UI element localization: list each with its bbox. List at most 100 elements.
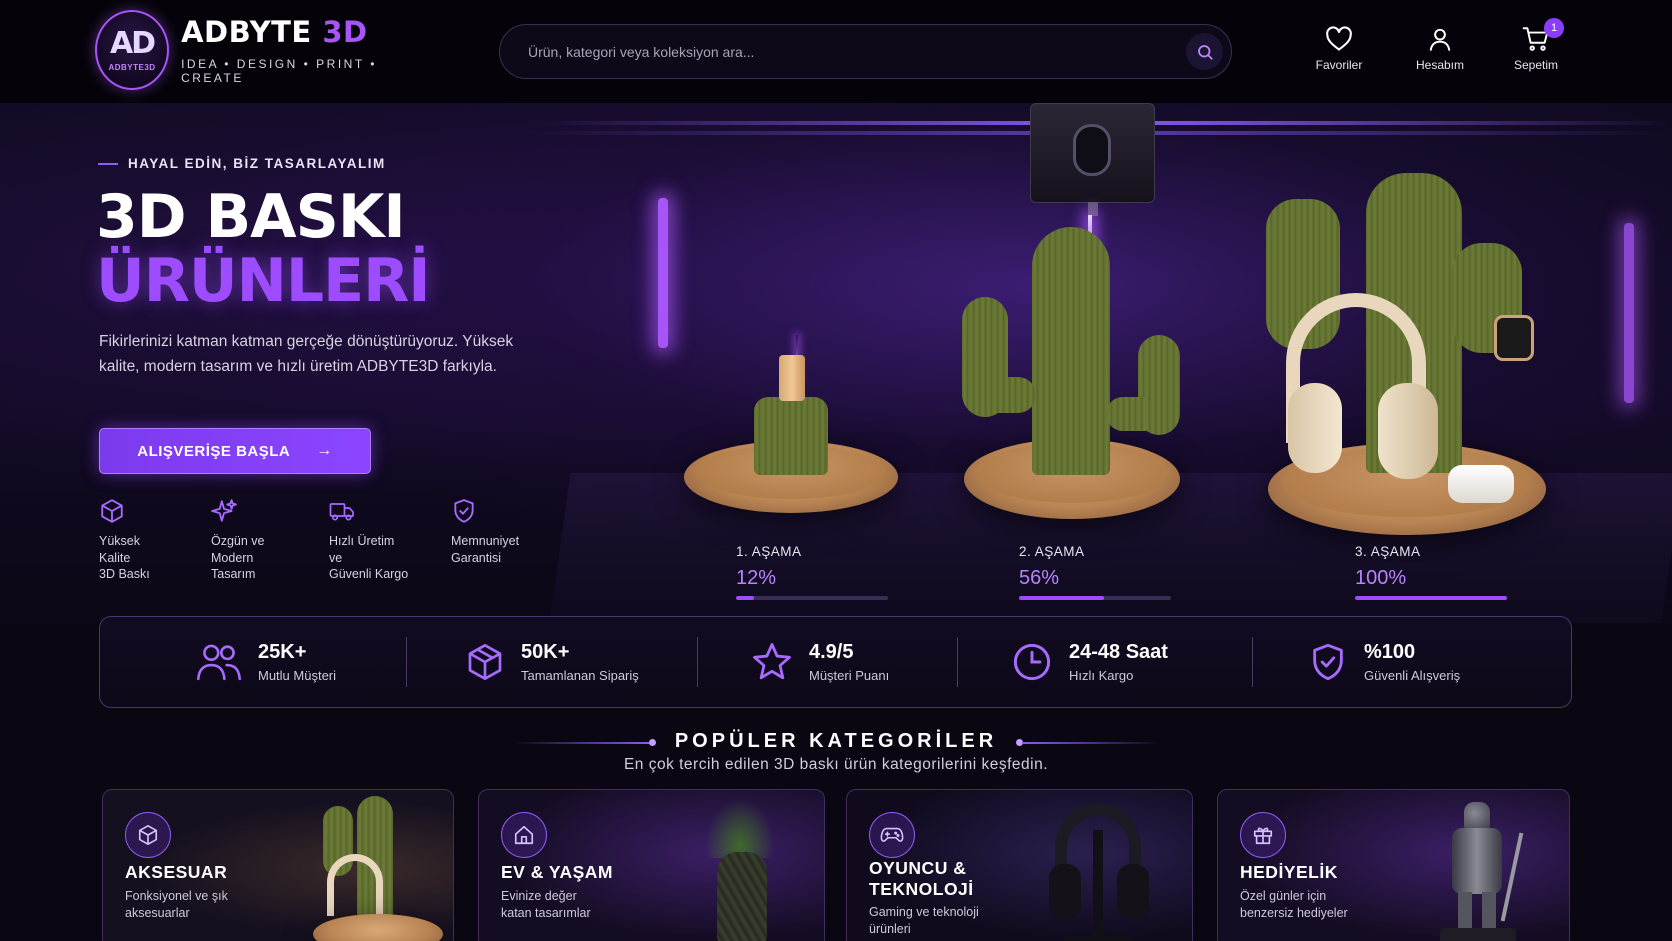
brand-name-main: ADBYTE	[181, 15, 312, 49]
feature-design: Özgün ve Modern Tasarım	[211, 498, 321, 583]
cart-label: Sepetim	[1513, 58, 1559, 72]
stats-divider	[697, 637, 698, 687]
stat-secure: %100 Güvenli Alışveriş	[1308, 617, 1460, 707]
logo-badge: AD ADBYTE3D	[95, 10, 170, 90]
stat-shipping-label: Hızlı Kargo	[1069, 668, 1134, 683]
category-gift-image	[1418, 802, 1538, 941]
stats-divider	[957, 637, 958, 687]
feature-guarantee: Memnuniyet Garantisi	[451, 498, 561, 566]
stat-customers-label: Mutlu Müşteri	[258, 668, 337, 683]
stat-orders-value: 50K+	[521, 641, 570, 663]
site-header: AD ADBYTE3D ADBYTE 3D IDEA • DESIGN • PR…	[0, 0, 1672, 103]
category-card-accessory[interactable]: AKSESUAR Fonksiyonel ve şık aksesuarlar	[102, 789, 454, 941]
category-accessory-title: AKSESUAR	[125, 862, 228, 882]
hero-title-line1: 3D BASKI	[96, 182, 406, 252]
category-home-icon-wrap	[501, 812, 547, 858]
stat-customers: 25K+ Mutlu Müşteri	[196, 617, 336, 707]
cube-icon	[138, 825, 158, 845]
account-link[interactable]: Hesabım	[1395, 26, 1485, 72]
hero-description: Fikirlerinizi katman katman gerçeğe dönü…	[99, 333, 514, 375]
stage-2-status: 2. AŞAMA 56%	[1019, 544, 1171, 600]
hero-eyebrow: HAYAL EDİN, BİZ TASARLAYALIM	[98, 156, 386, 171]
categories-subtitle: En çok tercih edilen 3D baskı ürün kateg…	[623, 756, 1049, 773]
brand-tagline: IDEA • DESIGN • PRINT • CREATE	[181, 57, 377, 85]
stat-customers-value: 25K+	[258, 641, 307, 663]
feature-shipping-text: Hızlı Üretim ve Güvenli Kargo	[329, 534, 409, 581]
stage-1-status: 1. AŞAMA 12%	[736, 544, 888, 600]
smartwatch	[1494, 315, 1534, 361]
category-accessory-desc: Fonksiyonel ve şık aksesuarlar	[125, 889, 228, 920]
home-icon	[514, 825, 534, 845]
stat-rating-value: 4.9/5	[809, 641, 854, 663]
print-stage-3-model	[1266, 173, 1546, 535]
search-button[interactable]	[1186, 33, 1223, 70]
section-line-right	[1022, 742, 1162, 744]
category-gaming-image	[1043, 800, 1163, 941]
stage-3-progress-bar	[1355, 596, 1507, 600]
stage-2-label: 2. AŞAMA	[1019, 544, 1085, 559]
print-stage-2-model	[962, 227, 1180, 519]
category-home-desc: Evinize değer katan tasarımlar	[501, 889, 591, 920]
logo-mini-text: ADBYTE3D	[108, 62, 156, 72]
stage-2-percent: 56%	[1019, 567, 1060, 589]
arrow-right-icon: →	[316, 442, 333, 459]
favorites-label: Favoriler	[1315, 58, 1363, 72]
category-card-home[interactable]: EV & YAŞAM Evinize değer katan tasarımla…	[478, 789, 825, 941]
printer-head	[1030, 103, 1155, 216]
neon-light-right	[1624, 223, 1634, 403]
category-gaming-desc: Gaming ve teknoloji ürünleri	[869, 905, 979, 936]
sparkle-icon	[211, 499, 237, 522]
stat-secure-value: %100	[1364, 641, 1416, 663]
stage-2-progress-bar	[1019, 596, 1171, 600]
feature-quality: Yüksek Kalite 3D Baskı	[99, 498, 209, 583]
category-gaming-icon-wrap	[869, 812, 915, 858]
start-shopping-button[interactable]: ALIŞVERİŞE BAŞLA →	[99, 428, 371, 474]
gamepad-icon	[880, 827, 904, 842]
cart-link[interactable]: 1 Sepetim	[1491, 18, 1581, 72]
feature-shipping: Hızlı Üretim ve Güvenli Kargo	[329, 498, 439, 583]
search-bar	[499, 24, 1232, 79]
feature-quality-text: Yüksek Kalite 3D Baskı	[99, 534, 150, 581]
brand-logo[interactable]: AD ADBYTE3D ADBYTE 3D IDEA • DESIGN • PR…	[95, 10, 425, 90]
stats-divider	[1252, 637, 1253, 687]
gift-icon	[1253, 827, 1273, 845]
category-gift-desc: Özel günler için benzersiz hediyeler	[1240, 889, 1348, 920]
start-shopping-label: ALIŞVERİŞE BAŞLA	[137, 442, 291, 460]
category-card-gift[interactable]: HEDİYELİK Özel günler için benzersiz hed…	[1217, 789, 1570, 941]
category-gaming-title: OYUNCU & TEKNOLOJİ	[869, 858, 974, 899]
neon-light-left	[658, 198, 668, 348]
account-label: Hesabım	[1415, 58, 1465, 72]
feature-guarantee-text: Memnuniyet Garantisi	[451, 534, 520, 565]
hero-title-line2: ÜRÜNLERİ	[96, 246, 431, 316]
stat-rating: 4.9/5 Müşteri Puanı	[751, 617, 889, 707]
truck-icon	[329, 503, 354, 521]
stage-3-label: 3. AŞAMA	[1355, 544, 1421, 559]
star-icon	[753, 643, 791, 680]
stats-bar: 25K+ Mutlu Müşteri 50K+ Tamamlanan Sipariş…	[99, 616, 1572, 708]
stage-3-progress-fill	[1355, 596, 1507, 600]
stat-shipping: 24-48 Saat Hızlı Kargo	[1011, 617, 1168, 707]
brand-name: ADBYTE 3D	[181, 15, 425, 49]
search-icon	[1197, 44, 1213, 60]
shield-check-icon	[1313, 643, 1343, 681]
stage-3-percent: 100%	[1355, 567, 1407, 589]
favorites-link[interactable]: Favoriler	[1294, 26, 1384, 72]
stage-1-label: 1. AŞAMA	[736, 544, 802, 559]
stat-orders-label: Tamamlanan Sipariş	[521, 668, 639, 683]
search-input[interactable]	[528, 25, 1148, 78]
stage-3-status: 3. AŞAMA 100%	[1355, 544, 1507, 600]
hero-eyebrow-text: HAYAL EDİN, BİZ TASARLAYALIM	[128, 156, 386, 171]
logo-monogram: AD	[109, 25, 156, 61]
stage-1-progress-bar	[736, 596, 888, 600]
category-home-image	[675, 798, 805, 941]
stat-shipping-value: 24-48 Saat	[1069, 641, 1168, 663]
user-icon	[1429, 28, 1451, 51]
category-card-gaming[interactable]: OYUNCU & TEKNOLOJİ Gaming ve teknoloji ü…	[846, 789, 1193, 941]
feature-design-text: Özgün ve Modern Tasarım	[211, 534, 265, 581]
users-icon	[196, 644, 242, 681]
shield-check-icon	[454, 499, 474, 523]
stage-1-progress-fill	[736, 596, 755, 600]
print-stage-1-model	[684, 353, 898, 513]
category-accessory-icon-wrap	[125, 812, 171, 858]
cube-icon	[101, 499, 123, 523]
